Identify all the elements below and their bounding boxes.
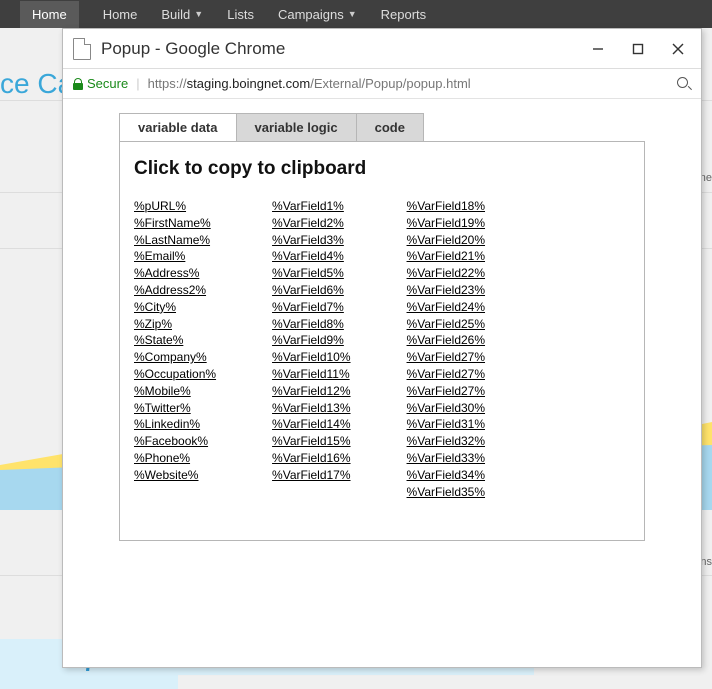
variable-link[interactable]: %VarField21% bbox=[407, 248, 485, 265]
address-separator: | bbox=[136, 76, 139, 91]
variable-link[interactable]: %Linkedin% bbox=[134, 416, 216, 433]
variable-link[interactable]: %Website% bbox=[134, 467, 216, 484]
nav-item-lists[interactable]: Lists bbox=[227, 7, 254, 22]
variable-link[interactable]: %VarField22% bbox=[407, 265, 485, 282]
lock-icon bbox=[73, 78, 83, 90]
variable-link[interactable]: %VarField27% bbox=[407, 383, 485, 400]
variable-link[interactable]: %VarField33% bbox=[407, 450, 485, 467]
document-icon bbox=[73, 38, 91, 60]
variable-link[interactable]: %VarField31% bbox=[407, 416, 485, 433]
variable-link[interactable]: %VarField27% bbox=[407, 349, 485, 366]
variable-link[interactable]: %VarField27% bbox=[407, 366, 485, 383]
variable-link[interactable]: %VarField24% bbox=[407, 299, 485, 316]
variable-link[interactable]: %VarField15% bbox=[272, 433, 350, 450]
tab-content: Click to copy to clipboard %pURL%%FirstN… bbox=[119, 141, 645, 541]
variable-link[interactable]: %Company% bbox=[134, 349, 216, 366]
variable-link[interactable]: %State% bbox=[134, 332, 216, 349]
variable-link[interactable]: %VarField12% bbox=[272, 383, 350, 400]
minimize-button[interactable] bbox=[591, 42, 605, 56]
url-path: /External/Popup/popup.html bbox=[310, 76, 470, 91]
popup-body: variable datavariable logiccode Click to… bbox=[63, 99, 701, 555]
secure-label: Secure bbox=[87, 76, 128, 91]
variable-column: %VarField18%%VarField19%%VarField20%%Var… bbox=[407, 198, 485, 500]
content-heading: Click to copy to clipboard bbox=[134, 158, 630, 180]
variable-link[interactable]: %pURL% bbox=[134, 198, 216, 215]
nav-item-reports[interactable]: Reports bbox=[381, 7, 427, 22]
address-bar: Secure | https://staging.boingnet.com/Ex… bbox=[63, 69, 701, 99]
variable-link[interactable]: %VarField26% bbox=[407, 332, 485, 349]
variable-link[interactable]: %Occupation% bbox=[134, 366, 216, 383]
variable-link[interactable]: %VarField10% bbox=[272, 349, 350, 366]
popup-title: Popup - Google Chrome bbox=[101, 39, 591, 59]
variable-columns: %pURL%%FirstName%%LastName%%Email%%Addre… bbox=[134, 198, 630, 500]
variable-link[interactable]: %VarField25% bbox=[407, 316, 485, 333]
popup-titlebar: Popup - Google Chrome bbox=[63, 29, 701, 69]
variable-link[interactable]: %Phone% bbox=[134, 450, 216, 467]
tab-variable-data[interactable]: variable data bbox=[120, 114, 237, 141]
variable-column: %VarField1%%VarField2%%VarField3%%VarFie… bbox=[272, 198, 350, 500]
url-host: staging.boingnet.com bbox=[187, 76, 311, 91]
variable-link[interactable]: %VarField2% bbox=[272, 215, 350, 232]
variable-link[interactable]: %VarField6% bbox=[272, 282, 350, 299]
tab-variable-logic[interactable]: variable logic bbox=[237, 114, 357, 141]
variable-link[interactable]: %VarField18% bbox=[407, 198, 485, 215]
close-button[interactable] bbox=[671, 42, 685, 56]
secure-badge: Secure bbox=[73, 76, 128, 91]
variable-link[interactable]: %Email% bbox=[134, 248, 216, 265]
variable-link[interactable]: %VarField30% bbox=[407, 400, 485, 417]
variable-link[interactable]: %Zip% bbox=[134, 316, 216, 333]
address-url[interactable]: https://staging.boingnet.com/External/Po… bbox=[148, 76, 669, 91]
variable-link[interactable]: %VarField17% bbox=[272, 467, 350, 484]
variable-link[interactable]: %VarField34% bbox=[407, 467, 485, 484]
window-controls bbox=[591, 42, 691, 56]
variable-link[interactable]: %Facebook% bbox=[134, 433, 216, 450]
variable-link[interactable]: %Mobile% bbox=[134, 383, 216, 400]
variable-link[interactable]: %VarField4% bbox=[272, 248, 350, 265]
nav-item-campaigns[interactable]: Campaigns▼ bbox=[278, 7, 357, 22]
variable-link[interactable]: %City% bbox=[134, 299, 216, 316]
variable-column: %pURL%%FirstName%%LastName%%Email%%Addre… bbox=[134, 198, 216, 500]
nav-item-home[interactable]: Home bbox=[103, 7, 138, 22]
variable-link[interactable]: %VarField19% bbox=[407, 215, 485, 232]
background-nav: Home Home Build▼ Lists Campaigns▼ Reports bbox=[0, 0, 712, 28]
variable-link[interactable]: %VarField23% bbox=[407, 282, 485, 299]
popup-window: Popup - Google Chrome Secure | https://s… bbox=[62, 28, 702, 668]
variable-link[interactable]: %Twitter% bbox=[134, 400, 216, 417]
variable-link[interactable]: %VarField16% bbox=[272, 450, 350, 467]
variable-link[interactable]: %VarField5% bbox=[272, 265, 350, 282]
variable-link[interactable]: %Address% bbox=[134, 265, 216, 282]
variable-link[interactable]: %VarField13% bbox=[272, 400, 350, 417]
variable-link[interactable]: %VarField14% bbox=[272, 416, 350, 433]
variable-link[interactable]: %VarField20% bbox=[407, 232, 485, 249]
nav-item-build[interactable]: Build▼ bbox=[161, 7, 203, 22]
magnifier-icon[interactable] bbox=[677, 77, 691, 91]
variable-link[interactable]: %VarField11% bbox=[272, 366, 350, 383]
variable-link[interactable]: %VarField7% bbox=[272, 299, 350, 316]
chevron-down-icon: ▼ bbox=[348, 9, 357, 19]
variable-link[interactable]: %FirstName% bbox=[134, 215, 216, 232]
variable-link[interactable]: %VarField32% bbox=[407, 433, 485, 450]
chevron-down-icon: ▼ bbox=[194, 9, 203, 19]
tabs-row: variable datavariable logiccode bbox=[119, 113, 424, 141]
url-scheme: https:// bbox=[148, 76, 187, 91]
variable-link[interactable]: %VarField35% bbox=[407, 484, 485, 501]
variable-link[interactable]: %VarField8% bbox=[272, 316, 350, 333]
nav-item-home[interactable]: Home bbox=[20, 1, 79, 28]
variable-link[interactable]: %LastName% bbox=[134, 232, 216, 249]
variable-link[interactable]: %VarField9% bbox=[272, 332, 350, 349]
variable-link[interactable]: %VarField1% bbox=[272, 198, 350, 215]
tab-code[interactable]: code bbox=[357, 114, 423, 141]
maximize-button[interactable] bbox=[631, 42, 645, 56]
variable-link[interactable]: %VarField3% bbox=[272, 232, 350, 249]
variable-link[interactable]: %Address2% bbox=[134, 282, 216, 299]
